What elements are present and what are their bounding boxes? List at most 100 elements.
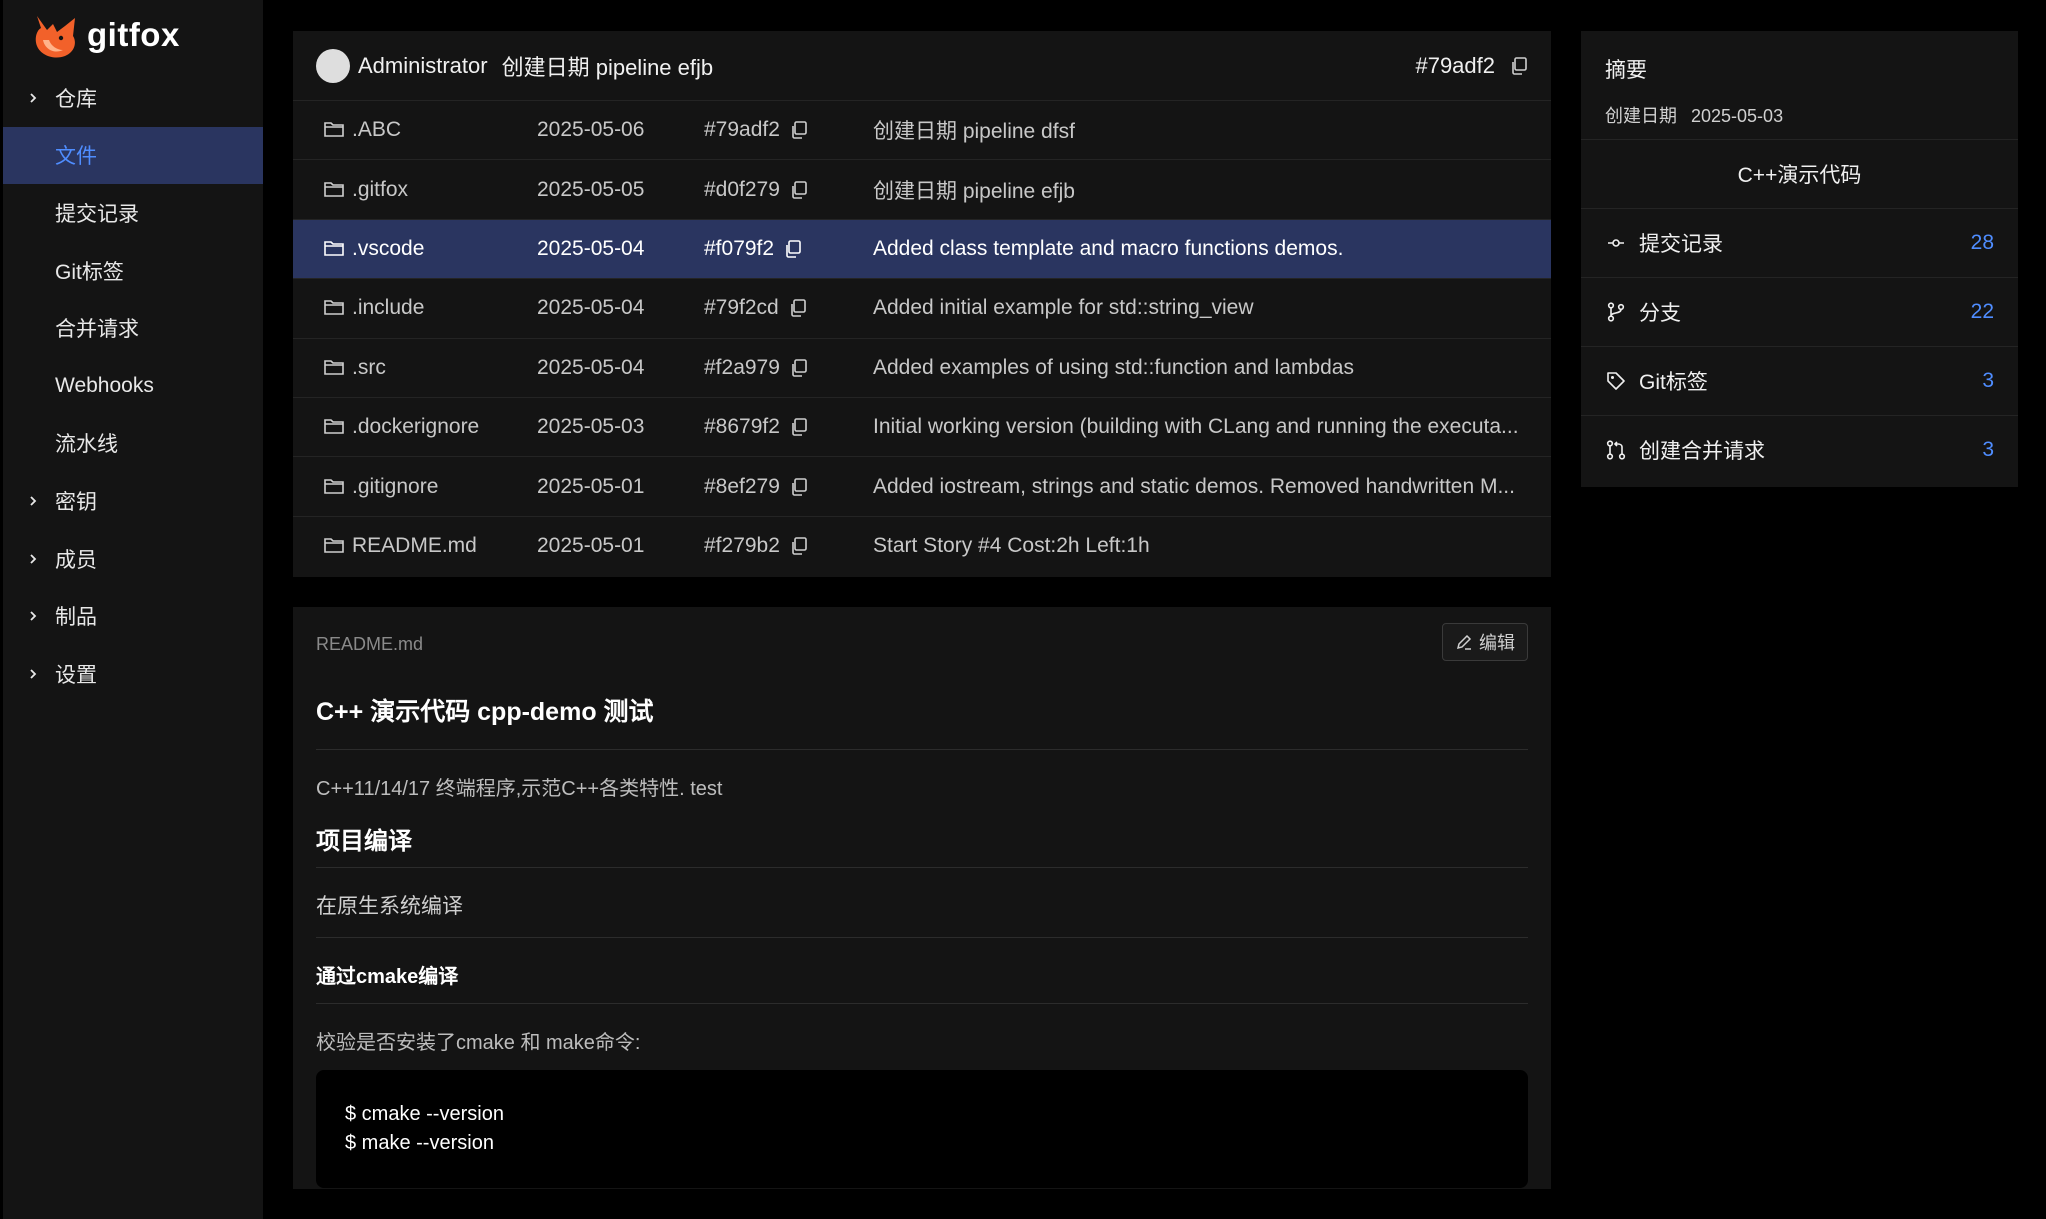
- file-commit-hash: #f079f2: [704, 237, 803, 261]
- file-date: 2025-05-05: [537, 177, 645, 201]
- copy-icon[interactable]: [783, 239, 803, 259]
- sidebar-item-webhooks[interactable]: Webhooks: [3, 357, 263, 415]
- avatar[interactable]: [316, 48, 350, 83]
- sidebar-item-artifacts[interactable]: 制品: [3, 587, 263, 645]
- hash-text[interactable]: #f079f2: [704, 237, 774, 261]
- commit-author[interactable]: Administrator: [358, 53, 488, 79]
- file-date: 2025-05-04: [537, 296, 645, 320]
- copy-icon[interactable]: [789, 358, 809, 378]
- readme-toolbar: README.md 编辑: [316, 607, 1528, 667]
- sidebar-item-secrets[interactable]: 密钥: [3, 472, 263, 530]
- copy-icon[interactable]: [788, 298, 808, 318]
- file-name[interactable]: .gitfox: [352, 178, 408, 202]
- readme-paragraph: 校验是否安装了cmake 和 make命令:: [316, 1032, 641, 1054]
- readme-heading-1: C++ 演示代码 cpp-demo 测试: [316, 667, 1528, 750]
- copy-icon[interactable]: [789, 120, 809, 140]
- sidebar-item-label: 设置: [55, 663, 97, 687]
- sidebar-item-label: 合并请求: [55, 318, 139, 342]
- hash-text[interactable]: #d0f279: [704, 178, 780, 202]
- sidebar-item-merge-requests[interactable]: 合并请求: [3, 299, 263, 357]
- commit-message[interactable]: 创建日期 pipeline efjb: [502, 50, 1416, 82]
- file-name[interactable]: .src: [352, 356, 386, 380]
- table-row[interactable]: .include 2025-05-04 #79f2cd Added initia…: [293, 279, 1551, 339]
- file-commit-message[interactable]: Start Story #4 Cost:2h Left:1h: [873, 534, 1523, 558]
- file-commit-hash: #f2a979: [704, 356, 809, 380]
- brand-name: gitfox: [87, 16, 180, 53]
- sidebar-item-members[interactable]: 成员: [3, 530, 263, 588]
- sidebar-item-files[interactable]: 文件: [3, 126, 263, 185]
- copy-icon[interactable]: [789, 477, 809, 497]
- folder-icon: [324, 538, 344, 554]
- table-row[interactable]: .src 2025-05-04 #f2a979 Added examples o…: [293, 339, 1551, 398]
- edit-button[interactable]: 编辑: [1442, 623, 1528, 661]
- file-name[interactable]: .ABC: [352, 118, 401, 142]
- hash-text[interactable]: #79f2cd: [704, 296, 779, 320]
- sidebar-item-settings[interactable]: 设置: [3, 645, 263, 703]
- stat-merge-requests[interactable]: 创建合并请求 3: [1581, 415, 2018, 484]
- fox-logo-icon: [35, 16, 75, 58]
- file-name[interactable]: .gitignore: [352, 475, 438, 499]
- table-row[interactable]: .ABC 2025-05-06 #79adf2 创建日期 pipeline df…: [293, 101, 1551, 161]
- table-row[interactable]: README.md 2025-05-01 #f279b2 Start Story…: [293, 517, 1551, 576]
- file-date: 2025-05-04: [537, 236, 645, 260]
- table-row[interactable]: .gitfox 2025-05-05 #d0f279 创建日期 pipeline…: [293, 160, 1551, 220]
- copy-icon[interactable]: [789, 417, 809, 437]
- file-commit-message[interactable]: Added class template and macro functions…: [873, 237, 1523, 261]
- stat-commits[interactable]: 提交记录 28: [1581, 208, 2018, 277]
- file-name[interactable]: .dockerignore: [352, 415, 479, 439]
- stat-label: 创建合并请求: [1639, 440, 1765, 463]
- file-commit-hash: #79f2cd: [704, 296, 808, 320]
- copy-icon[interactable]: [789, 180, 809, 200]
- file-commit-message[interactable]: Added initial example for std::string_vi…: [873, 296, 1523, 320]
- pencil-icon: [1456, 634, 1472, 650]
- hash-text[interactable]: #8679f2: [704, 415, 780, 439]
- table-row[interactable]: .gitignore 2025-05-01 #8ef279 Added iost…: [293, 457, 1551, 517]
- stat-branches[interactable]: 分支 22: [1581, 277, 2018, 346]
- edit-label: 编辑: [1479, 633, 1515, 653]
- sidebar-item-repository[interactable]: 仓库: [3, 69, 263, 127]
- sidebar-item-commits[interactable]: 提交记录: [3, 184, 263, 242]
- file-commit-message[interactable]: Initial working version (building with C…: [873, 415, 1523, 439]
- file-commit-message[interactable]: 创建日期 pipeline dfsf: [873, 115, 1523, 145]
- file-commit-message[interactable]: Added examples of using std::function an…: [873, 356, 1523, 380]
- copy-icon[interactable]: [1509, 56, 1529, 76]
- copy-icon[interactable]: [789, 536, 809, 556]
- file-table: .ABC 2025-05-06 #79adf2 创建日期 pipeline df…: [293, 101, 1551, 576]
- file-commit-message[interactable]: Added iostream, strings and static demos…: [873, 475, 1523, 499]
- summary-title: 摘要: [1605, 59, 1647, 82]
- brand-logo[interactable]: gitfox: [31, 10, 180, 60]
- code-block[interactable]: $ cmake --version $ make --version: [316, 1070, 1528, 1188]
- readme-paragraph: 在原生系统编译: [316, 868, 1528, 938]
- sidebar-item-git-tags[interactable]: Git标签: [3, 242, 263, 300]
- stat-count: 3: [1982, 438, 1994, 461]
- file-name[interactable]: .include: [352, 296, 424, 320]
- folder-icon: [324, 300, 344, 316]
- code-line: $ make --version: [345, 1132, 494, 1154]
- sidebar-item-pipelines[interactable]: 流水线: [3, 415, 263, 473]
- hash-text[interactable]: #79adf2: [704, 118, 780, 142]
- commit-icon: [1605, 232, 1627, 254]
- file-commit-message[interactable]: 创建日期 pipeline efjb: [873, 175, 1523, 205]
- sidebar-item-label: Git标签: [55, 260, 124, 284]
- summary-header: 摘要 创建日期 2025-05-03: [1581, 31, 2018, 140]
- created-date: 2025-05-03: [1691, 106, 1784, 126]
- folder-icon: [324, 359, 344, 375]
- hash-text[interactable]: #f2a979: [704, 356, 780, 380]
- commit-hash[interactable]: #79adf2: [1415, 53, 1495, 79]
- created-label: 创建日期: [1605, 106, 1677, 126]
- table-row[interactable]: .vscode 2025-05-04 #f079f2 Added class t…: [293, 219, 1551, 280]
- sidebar-item-label: 制品: [55, 606, 97, 630]
- stat-count: 28: [1970, 231, 1994, 254]
- file-name[interactable]: .vscode: [352, 237, 424, 261]
- repo-name: C++演示代码: [1737, 164, 1862, 187]
- table-row[interactable]: .dockerignore 2025-05-03 #8679f2 Initial…: [293, 398, 1551, 458]
- branch-icon: [1605, 301, 1627, 323]
- stat-label: 分支: [1639, 302, 1681, 325]
- sidebar-item-label: 文件: [55, 145, 97, 169]
- stat-tags[interactable]: Git标签 3: [1581, 346, 2018, 415]
- folder-icon: [324, 122, 344, 137]
- file-name[interactable]: README.md: [352, 534, 477, 558]
- file-date: 2025-05-01: [537, 474, 645, 498]
- hash-text[interactable]: #f279b2: [704, 534, 780, 558]
- hash-text[interactable]: #8ef279: [704, 475, 780, 499]
